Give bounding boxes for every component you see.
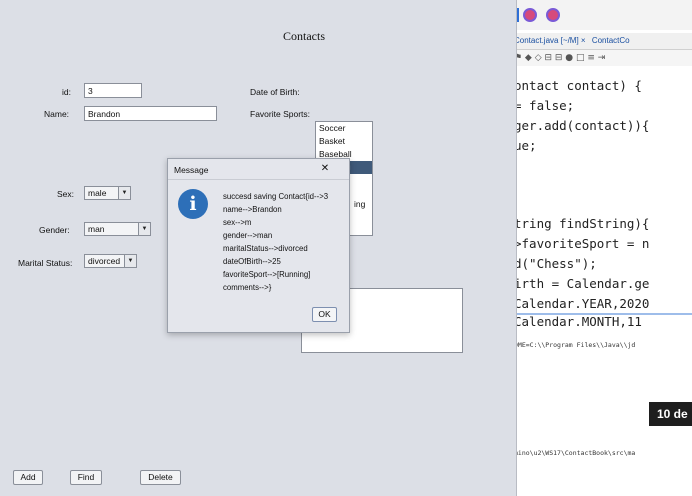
- chevron-down-icon[interactable]: ▼: [138, 223, 150, 235]
- code-line: >favoriteSport = n: [514, 236, 650, 251]
- ide-console-line: mino\u2\WS17\ContactBook\src\ma: [514, 449, 636, 457]
- dob-label: Date of Birth:: [250, 87, 300, 97]
- marital-status-combo[interactable]: divorced ▼: [84, 254, 137, 268]
- id-label: id:: [62, 87, 71, 97]
- list-item[interactable]: Basket: [316, 135, 372, 148]
- code-line: ontact contact) {: [514, 78, 642, 93]
- code-line: Calendar.MONTH,11: [514, 314, 642, 329]
- marital-status-label: Marital Status:: [18, 258, 73, 268]
- gender-combo-value: man: [88, 224, 105, 234]
- name-label: Name:: [44, 109, 70, 119]
- ide-code-editor[interactable]: ontact contact) { = false; ger.add(conta…: [514, 78, 692, 329]
- ide-debug-icon[interactable]: [546, 8, 560, 22]
- code-line: tring findString){: [514, 216, 650, 231]
- code-line: ger.add(contact)){: [514, 118, 650, 133]
- message-line: dateOfBirth-->25: [223, 257, 281, 266]
- message-line: maritalStatus-->divorced: [223, 244, 308, 253]
- id-field[interactable]: 3: [84, 83, 142, 98]
- message-line: comments-->}: [223, 283, 272, 292]
- chevron-down-icon[interactable]: ▼: [124, 255, 136, 267]
- favorite-sports-label: Favorite Sports:: [250, 109, 310, 119]
- code-line: irth = Calendar.ge: [514, 276, 650, 291]
- dialog-title: Message: [174, 165, 209, 175]
- gender-label: Gender:: [39, 225, 70, 235]
- notification-toast[interactable]: 10 de: [649, 402, 692, 426]
- message-dialog: Message ✕ i succesd saving Contact{id-->…: [167, 158, 350, 333]
- ide-tab-contact-java[interactable]: Contact.java [~/M] ×: [514, 36, 586, 45]
- ide-panel-divider: [514, 313, 692, 315]
- ide-editor-tabs: Contact.java [~/M] × ContactCo: [514, 33, 692, 50]
- message-line: succesd saving Contact{id-->3: [223, 192, 329, 201]
- add-button[interactable]: Add: [13, 470, 43, 485]
- message-line: sex-->m: [223, 218, 252, 227]
- ide-editor-toolbar[interactable]: ⚑ ◆ ◇ ⊟ ⊟ ● □ ≡ ⇥: [514, 50, 692, 66]
- ide-run-icon[interactable]: [523, 8, 537, 22]
- delete-button[interactable]: Delete: [140, 470, 181, 485]
- sex-combo-value: male: [88, 188, 107, 198]
- sex-label: Sex:: [57, 189, 75, 199]
- window-title: Contacts: [283, 29, 325, 43]
- marital-status-combo-value: divorced: [88, 256, 121, 266]
- find-button[interactable]: Find: [70, 470, 102, 485]
- dialog-title-divider: [168, 179, 349, 180]
- code-line: ue;: [514, 138, 537, 153]
- message-line: gender-->man: [223, 231, 273, 240]
- ide-tab-contact-controller[interactable]: ContactCo: [592, 36, 630, 45]
- name-field[interactable]: Brandon: [84, 106, 217, 121]
- code-line: d("Chess");: [514, 256, 597, 271]
- message-line: favoriteSport-->[Running]: [223, 270, 311, 279]
- ok-button[interactable]: OK: [312, 307, 337, 322]
- code-line: Calendar.YEAR,2020: [514, 296, 650, 311]
- sex-combo[interactable]: male ▼: [84, 186, 131, 200]
- ide-top-toolbar: [514, 0, 692, 30]
- message-line: name-->Brandon: [223, 205, 282, 214]
- info-icon: i: [178, 189, 208, 219]
- ide-console-line: OME=C:\\Program Files\\Java\\jd: [514, 341, 636, 349]
- code-line: = false;: [514, 98, 575, 113]
- close-icon[interactable]: ✕: [305, 160, 345, 178]
- list-item[interactable]: Soccer: [316, 122, 372, 135]
- gender-combo[interactable]: man ▼: [84, 222, 151, 236]
- chevron-down-icon[interactable]: ▼: [118, 187, 130, 199]
